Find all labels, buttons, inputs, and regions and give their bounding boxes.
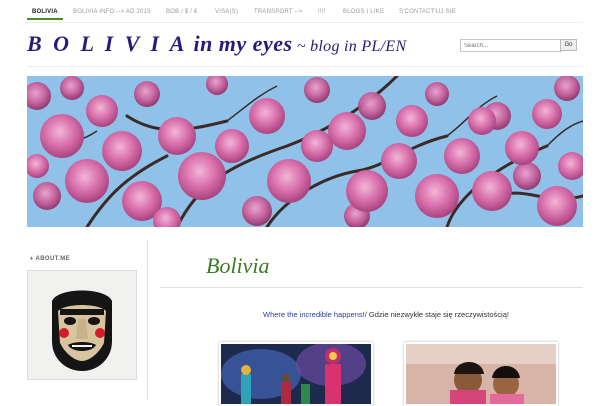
smiling-children-image xyxy=(406,344,556,404)
search-go-button[interactable]: Go xyxy=(560,39,577,51)
nav-item-blogs-i-like[interactable]: BLOGS I LIKE xyxy=(343,9,384,15)
festival-scene-image xyxy=(221,344,371,404)
header-banner-image xyxy=(27,76,583,227)
diamond-bullet-icon: ♦ xyxy=(30,256,34,262)
about-me-image[interactable] xyxy=(27,270,137,380)
nav-item-contact[interactable]: S'CONTACT'UJ SIE xyxy=(399,9,456,15)
about-me-label: ABOUT.ME xyxy=(35,256,71,262)
title-divider xyxy=(160,287,583,288)
search-input[interactable] xyxy=(460,39,562,52)
nav-item-transport[interactable]: TRANSPORT --> xyxy=(254,9,303,15)
nav-item-currency[interactable]: BOB / $ / € xyxy=(166,9,198,15)
nav-item-visas[interactable]: VISA(S) xyxy=(215,9,238,15)
active-nav-indicator xyxy=(27,18,63,20)
tagline: Where the incredible happens!/ Gdzie nie… xyxy=(263,310,509,319)
top-navigation: BOLIVIA BOLIVIA INFO --> AD 2015 BOB / $… xyxy=(0,0,600,27)
site-title[interactable]: B O L I V I A in my eyes ~ blog in PL/EN xyxy=(27,31,406,57)
children-photo[interactable] xyxy=(404,342,558,406)
tagline-polish: Gdzie niezwykłe staje się rzeczywistości… xyxy=(368,310,509,319)
site-subtitle: ~ blog in PL/EN xyxy=(292,38,407,55)
tagline-english: Where the incredible happens! xyxy=(263,310,365,319)
carved-mask-icon xyxy=(28,271,136,379)
site-title-main: B O L I V I A xyxy=(27,31,188,56)
site-title-rest: in my eyes xyxy=(187,31,293,56)
header-divider xyxy=(27,66,583,67)
nav-item-exclamations[interactable]: !!!! xyxy=(318,9,325,15)
festival-dancers-photo[interactable] xyxy=(219,342,373,406)
sidebar-divider xyxy=(147,240,148,400)
nav-divider xyxy=(27,22,583,23)
page-title: Bolivia xyxy=(206,253,270,278)
nav-item-bolivia[interactable]: BOLIVIA xyxy=(32,9,58,15)
about-me-widget-title: ♦ ABOUT.ME xyxy=(30,256,70,262)
nav-item-bolivia-info[interactable]: BOLIVIA INFO --> AD 2015 xyxy=(73,9,151,15)
blossom-tree-illustration xyxy=(27,76,583,227)
